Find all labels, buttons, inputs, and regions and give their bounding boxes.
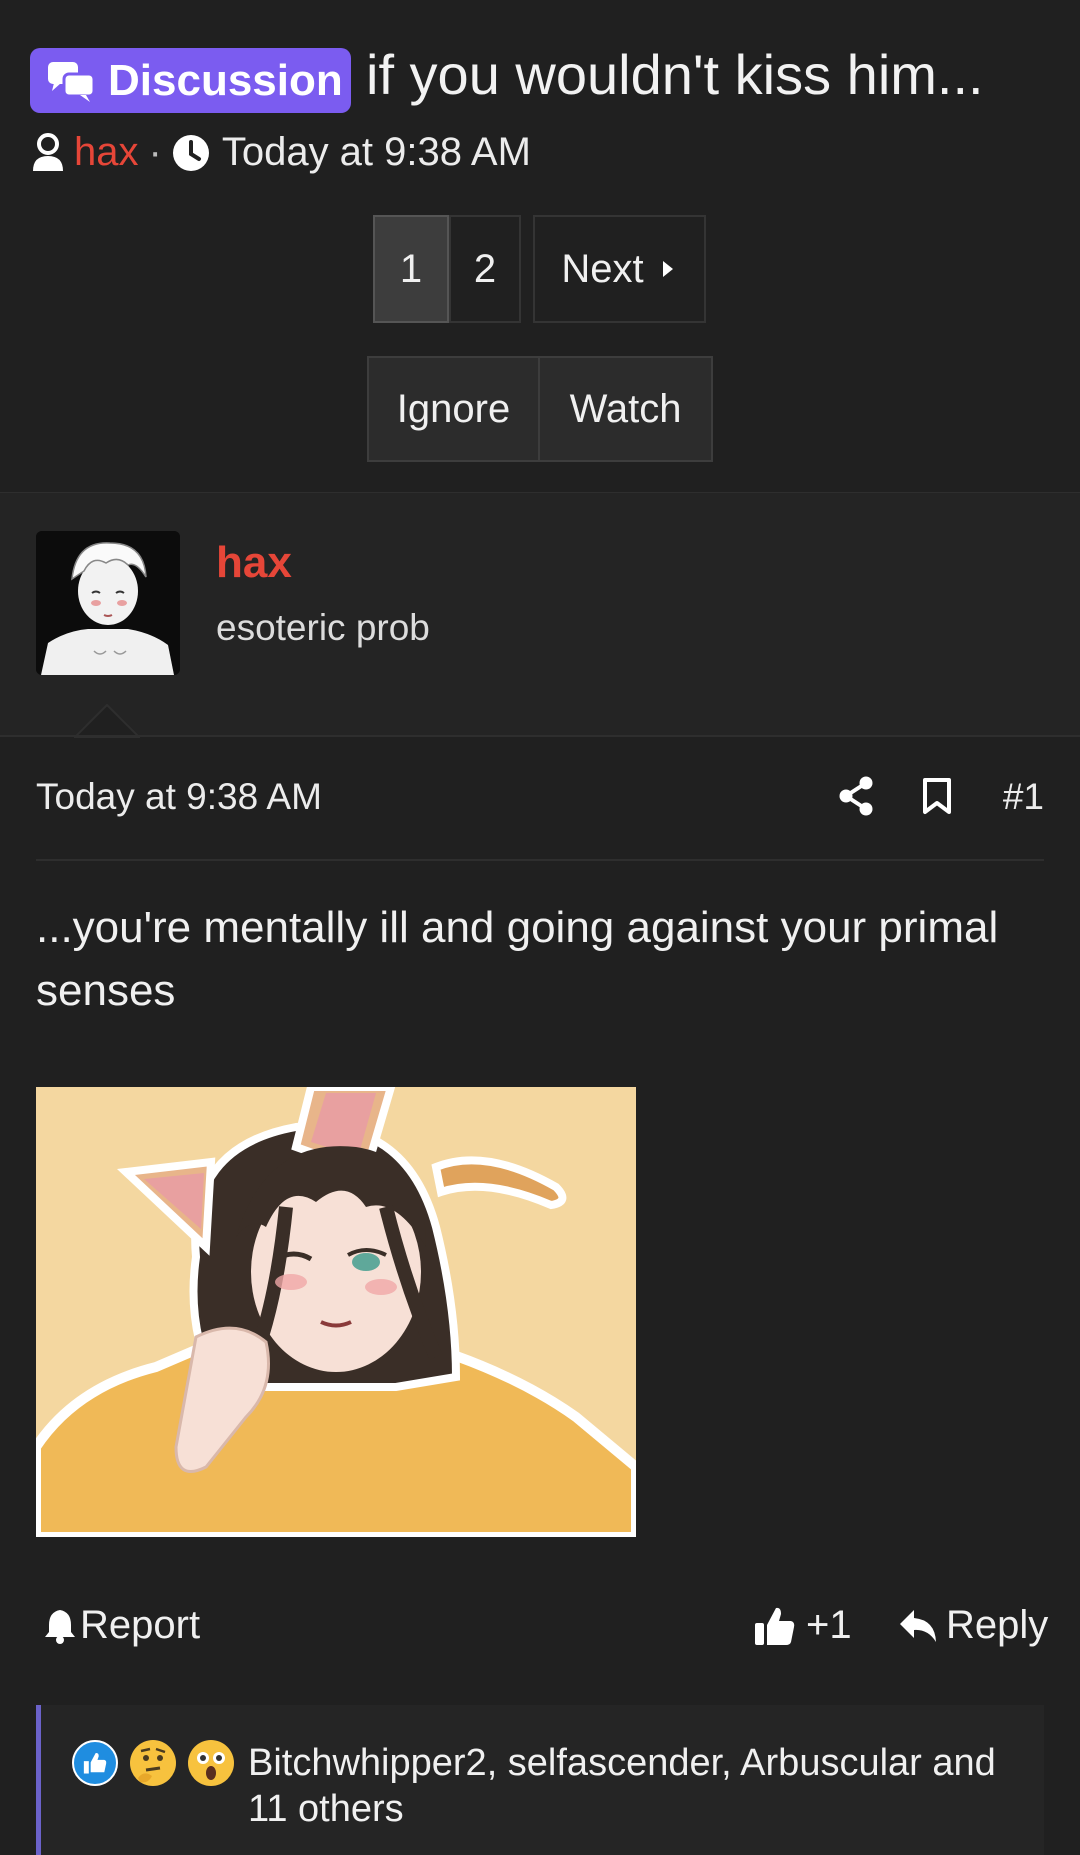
- comments-icon: [48, 61, 96, 102]
- post-header-divider: [36, 859, 1044, 861]
- user-icon: [33, 132, 63, 171]
- thinking-reaction-icon: [130, 1740, 176, 1786]
- report-label: Report: [80, 1603, 201, 1647]
- wow-reaction-icon: [188, 1740, 234, 1786]
- thread-prefix-badge[interactable]: Discussion: [30, 48, 351, 113]
- report-button[interactable]: Report: [44, 1603, 200, 1648]
- reply-icon: [900, 1609, 936, 1642]
- next-page-button[interactable]: Next: [533, 215, 706, 323]
- next-label: Next: [561, 246, 644, 291]
- bell-icon: [45, 1609, 75, 1644]
- page-2-button[interactable]: 2: [449, 215, 521, 323]
- post-username[interactable]: hax: [216, 538, 292, 588]
- ignore-button[interactable]: Ignore: [367, 356, 540, 462]
- clock-icon: [172, 134, 209, 171]
- meta-separator: ·: [148, 130, 162, 174]
- caret-right-icon: [662, 261, 673, 277]
- post-number-link[interactable]: #1: [1003, 776, 1044, 818]
- thread-title: if you wouldn't kiss him...: [366, 43, 984, 106]
- avatar[interactable]: [36, 531, 180, 675]
- user-block-arrow: [74, 704, 140, 738]
- plus-one-button[interactable]: +1: [754, 1603, 852, 1648]
- reply-button[interactable]: Reply: [898, 1603, 1048, 1648]
- plus-one-label: +1: [806, 1603, 852, 1647]
- like-reaction-icon: [72, 1740, 118, 1786]
- page-1-button[interactable]: 1: [373, 215, 449, 323]
- post-image-attachment[interactable]: [36, 1087, 636, 1537]
- thread-date[interactable]: Today at 9:38 AM: [222, 130, 531, 175]
- reply-label: Reply: [946, 1603, 1049, 1647]
- share-icon[interactable]: [838, 776, 874, 816]
- reactions-users: Bitchwhipper2, selfascender, Arbuscular …: [248, 1742, 996, 1830]
- post-body: ...you're mentally ill and going against…: [36, 903, 999, 1015]
- thumbs-up-icon: [755, 1607, 795, 1645]
- bookmark-icon[interactable]: [922, 777, 952, 815]
- watch-button[interactable]: Watch: [538, 356, 713, 462]
- thread-author-link[interactable]: hax: [74, 130, 139, 175]
- prefix-label: Discussion: [108, 55, 343, 105]
- reactions-summary[interactable]: Bitchwhipper2, selfascender, Arbuscular …: [72, 1740, 1032, 1832]
- user-block-divider: [0, 735, 1080, 737]
- user-title: esoteric prob: [216, 607, 430, 648]
- post-date[interactable]: Today at 9:38 AM: [36, 776, 322, 818]
- thread-meta: hax · Today at 9:38 AM: [30, 130, 531, 175]
